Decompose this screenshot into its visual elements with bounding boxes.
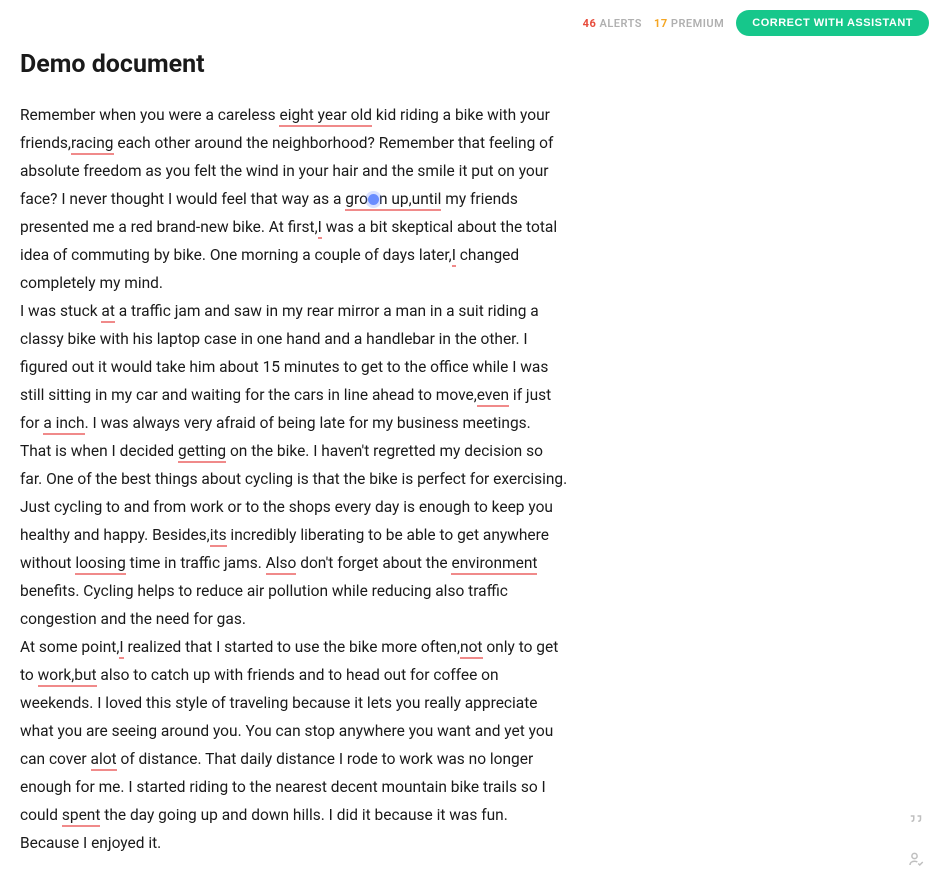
error-a-inch[interactable]: a inch (43, 414, 84, 435)
alerts-count: 46 (583, 17, 597, 30)
text: benefits. Cycling helps to reduce air po… (20, 582, 508, 628)
quote-icon[interactable] (907, 810, 925, 828)
user-check-icon[interactable] (907, 850, 925, 868)
error-spent[interactable]: spent (62, 806, 101, 827)
text: don't forget about the (296, 554, 451, 572)
error-its[interactable]: its (210, 526, 227, 547)
correct-with-assistant-button[interactable]: CORRECT WITH ASSISTANT (736, 10, 929, 36)
error-at[interactable]: at (101, 302, 115, 323)
alerts-group[interactable]: 46 ALERTS (583, 17, 642, 30)
text: . I was always very afraid of being late… (85, 414, 531, 432)
error-also[interactable]: Also (266, 554, 297, 575)
side-icon-rail (907, 810, 925, 868)
error-loosing[interactable]: loosing (75, 554, 125, 575)
error-even[interactable]: even (477, 386, 509, 407)
text: Remember when you were a careless (20, 106, 279, 124)
cursor-indicator[interactable] (368, 194, 379, 205)
text: I was stuck (20, 302, 101, 320)
text: realized that I started to use the bike … (124, 638, 460, 656)
error-not[interactable]: not (460, 638, 482, 659)
text: time in traffic jams. (126, 554, 266, 572)
premium-count: 17 (654, 17, 668, 30)
error-alot[interactable]: alot (91, 750, 117, 771)
error-environment[interactable]: environment (451, 554, 537, 575)
document-editor[interactable]: Demo document Remember when you were a c… (20, 50, 568, 857)
error-work-but[interactable]: work,but (38, 666, 97, 687)
error-racing[interactable]: racing (71, 134, 114, 155)
error-eight-year-old[interactable]: eight year old (279, 106, 371, 127)
text: At some point, (20, 638, 119, 656)
text: That is when I decided (20, 442, 178, 460)
error-getting[interactable]: getting (178, 442, 226, 463)
header-bar: 46 ALERTS 17 PREMIUM CORRECT WITH ASSIST… (583, 10, 929, 36)
alerts-label: ALERTS (600, 17, 643, 30)
premium-label: PREMIUM (671, 17, 724, 30)
error-grown-up-until[interactable]: gron up,until (345, 190, 441, 211)
document-title[interactable]: Demo document (20, 50, 568, 79)
document-body[interactable]: Remember when you were a careless eight … (20, 101, 568, 857)
premium-group[interactable]: 17 PREMIUM (654, 17, 724, 30)
